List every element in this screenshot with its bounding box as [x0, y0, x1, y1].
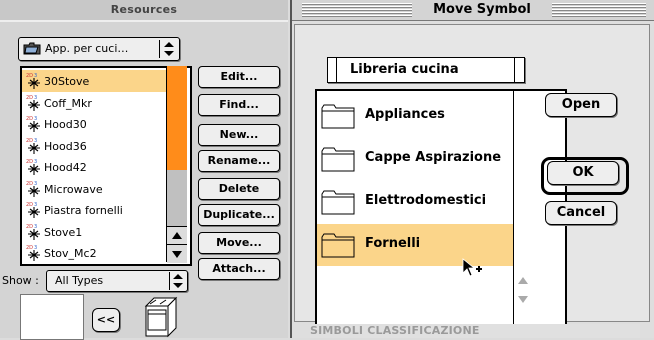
symbol-list-item[interactable]: 2D 3 Stove1: [22, 221, 170, 243]
folder-name: Appliances: [365, 107, 445, 122]
symbol-name: Coff_Mkr: [44, 96, 92, 110]
show-label: Show :: [2, 274, 39, 287]
symbol-icon: 2D 3: [26, 138, 40, 154]
library-popup[interactable]: App. per cuci…: [18, 37, 180, 61]
symbol-list-item[interactable]: 2D 3 Hood30: [22, 113, 170, 135]
svg-text:2D: 2D: [26, 73, 33, 79]
popup-arrows-icon: [159, 40, 174, 58]
folder-list-item[interactable]: Appliances: [317, 95, 513, 137]
scroll-up-button[interactable]: [167, 226, 187, 245]
folder-path-label: Libreria cucina: [350, 62, 459, 77]
arrow-down-icon[interactable]: [517, 293, 529, 305]
svg-text:2D: 2D: [26, 245, 33, 251]
symbol-icon: 2D 3: [26, 159, 40, 175]
symbol-list-item[interactable]: 2D 3 Stov_Mc2: [22, 242, 170, 264]
open-button[interactable]: Open: [545, 93, 617, 117]
delete-button[interactable]: Delete: [198, 178, 280, 200]
svg-text:2D: 2D: [26, 224, 33, 230]
move-button[interactable]: Move...: [198, 232, 280, 254]
symbol-icon: 2D 3: [26, 95, 40, 111]
title-divider: [0, 20, 288, 22]
symbol-name: Hood42: [44, 161, 87, 174]
folder-list-item[interactable]: Cappe Aspirazione: [317, 138, 513, 180]
new-button[interactable]: New...: [198, 124, 280, 146]
dialog-body: Libreria cucina Appliances Cappe Aspirazi…: [294, 24, 650, 329]
cancel-button[interactable]: Cancel: [545, 201, 617, 225]
library-folder-icon: [23, 42, 41, 55]
symbol-icon: 2D 3: [26, 116, 40, 132]
move-symbol-dialog: Move Symbol Libreria cucina Appliances Ca…: [290, 0, 654, 338]
arrow-up-icon: [172, 232, 182, 239]
move-cursor-icon: [462, 258, 482, 277]
symbol-icon: 2D 3: [26, 202, 40, 218]
symbol-list-item[interactable]: 2D 3 Coff_Mkr: [22, 92, 170, 114]
symbol-list-item[interactable]: 2D 3 Hood36: [22, 135, 170, 157]
symbol-list-item[interactable]: 2D 3 Piastra fornelli: [22, 199, 170, 221]
arrow-down-icon: [172, 251, 182, 258]
folder-name: Cappe Aspirazione: [365, 150, 502, 165]
show-type-popup[interactable]: All Types: [46, 270, 188, 292]
svg-text:2D: 2D: [26, 138, 33, 144]
symbol-name: Hood30: [44, 118, 87, 131]
resources-palette: Resources App. per cuci… 2D 3 30Stove 2D 3 Co…: [0, 0, 288, 340]
svg-text:2D: 2D: [26, 181, 33, 187]
symbol-icon: 2D 3: [26, 245, 40, 261]
edit-button[interactable]: Edit...: [198, 66, 280, 88]
symbol-icon: 2D 3: [26, 224, 40, 240]
symbol-list-item[interactable]: 2D 3 Microwave: [22, 178, 170, 200]
folder-list-item[interactable]: Elettrodomestici: [317, 181, 513, 223]
dialog-title-bar[interactable]: Move Symbol: [292, 0, 654, 21]
symbol-list-item[interactable]: 2D 3 Hood42: [22, 156, 170, 178]
folder-icon: [321, 233, 355, 258]
symbol-name: 30Stove: [44, 75, 90, 88]
attach-button[interactable]: Attach...: [198, 258, 280, 280]
path-left-tab: [334, 58, 337, 82]
popup-arrows-icon: [169, 272, 183, 290]
folder-icon: [321, 104, 355, 129]
symbol-name: Stov_Mc2: [44, 247, 97, 260]
show-type-value: All Types: [55, 274, 104, 287]
duplicate-button[interactable]: Duplicate...: [198, 204, 280, 226]
symbol-name: Microwave: [44, 182, 103, 196]
folder-list[interactable]: Appliances Cappe Aspirazione Elettrodomest…: [315, 89, 567, 329]
find-button[interactable]: Find...: [198, 94, 280, 116]
symbol-name: Piastra fornelli: [44, 204, 123, 217]
scrollbar-thumb[interactable]: [167, 66, 187, 170]
svg-text:2D: 2D: [26, 116, 33, 122]
folder-icon: [321, 147, 355, 172]
resources-title: Resources: [0, 0, 288, 21]
svg-text:2D: 2D: [26, 202, 33, 208]
scroll-down-button[interactable]: [167, 244, 187, 263]
symbol-list-scrollbar[interactable]: [166, 66, 187, 263]
rename-button[interactable]: Rename...: [198, 150, 280, 172]
folder-icon: [321, 190, 355, 215]
ok-button[interactable]: OK: [547, 161, 619, 185]
symbol-name: Hood36: [44, 139, 87, 153]
background-caption: SIMBOLI CLASSIFICAZIONE: [310, 324, 640, 338]
symbol-icon: 2D 3: [26, 181, 40, 197]
symbol-preview: [20, 294, 84, 340]
path-right-tab: [514, 58, 517, 82]
svg-text:2D: 2D: [26, 95, 33, 101]
folder-path-popup[interactable]: Libreria cucina: [327, 57, 525, 83]
library-popup-label: App. per cuci…: [45, 42, 129, 55]
folder-list-scrollbar[interactable]: [513, 91, 532, 325]
symbol-icon: 2D 3: [26, 73, 40, 89]
title-bar-stripes: [302, 3, 412, 17]
folder-name: Elettrodomestici: [365, 193, 487, 208]
symbol-list-item[interactable]: 2D 3 30Stove: [22, 70, 170, 92]
scrollbar-track[interactable]: [167, 170, 187, 226]
title-bar-stripes: [552, 3, 646, 17]
collapse-button[interactable]: <<: [92, 308, 120, 332]
symbol-name: Stove1: [44, 225, 83, 239]
arrow-up-icon[interactable]: [517, 275, 529, 287]
dialog-title: Move Symbol: [412, 0, 552, 20]
stove-thumbnail-icon: [144, 296, 178, 338]
svg-text:2D: 2D: [26, 159, 33, 165]
folder-name: Fornelli: [365, 236, 421, 251]
